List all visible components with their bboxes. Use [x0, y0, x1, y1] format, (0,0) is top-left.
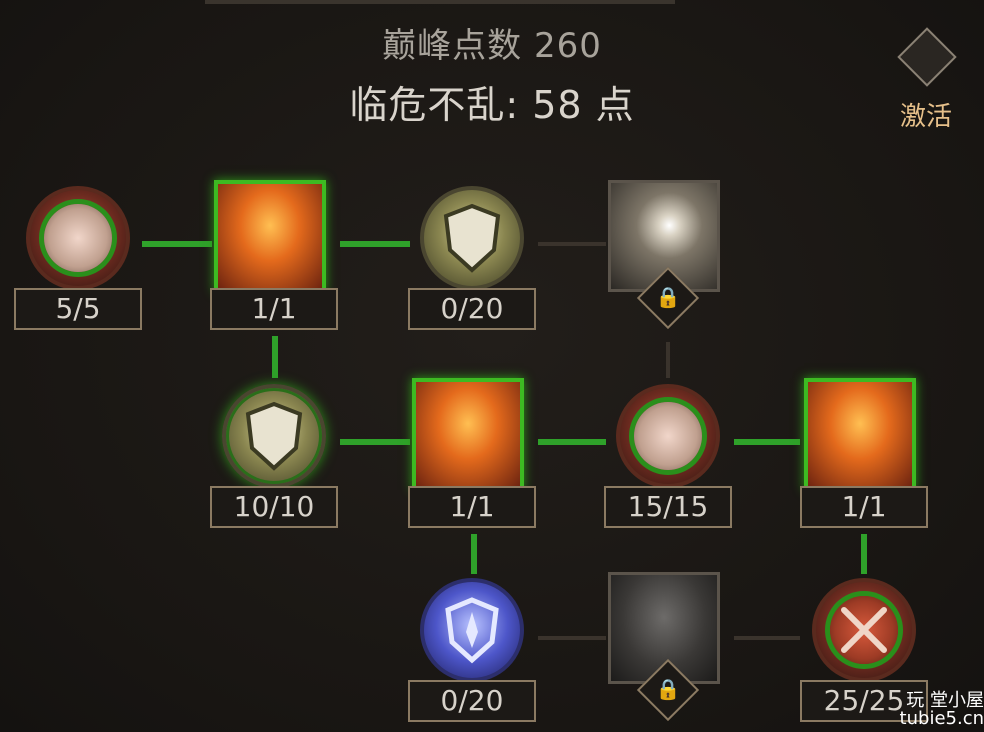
lock-icon: 🔒: [655, 285, 681, 309]
node-r1c4: 🔒: [604, 180, 732, 340]
node-r2c2: 10/10: [210, 378, 338, 538]
watermark: 玩 堂小屋 tubie5.cn: [899, 690, 984, 729]
blue-shield-node-button[interactable]: [412, 572, 532, 692]
lock-icon: 🔒: [655, 677, 681, 701]
node-counter: 1/1: [408, 486, 536, 528]
node-counter: 5/5: [14, 288, 142, 330]
node-r1c3: 0/20: [408, 180, 536, 340]
node-r3c4: 🔒: [604, 572, 732, 732]
node-counter: 0/20: [408, 288, 536, 330]
node-r2c4: 15/15: [604, 378, 732, 538]
heart-icon: [616, 384, 720, 488]
heart-icon: [26, 186, 130, 290]
paragon-board: 巅峰点数 260 临危不乱: 58 点 激活 5/5 1/1 0/20 🔒 10…: [0, 0, 984, 732]
node-counter: 15/15: [604, 486, 732, 528]
node-r3c3: 0/20: [408, 572, 536, 732]
shield-icon: [420, 186, 524, 290]
node-r1c1: 5/5: [14, 180, 142, 340]
node-r2c3: 1/1: [408, 378, 536, 538]
node-r2c5: 1/1: [800, 378, 928, 538]
node-counter: 1/1: [800, 486, 928, 528]
heart-node-button[interactable]: [18, 180, 138, 300]
shield-node-button[interactable]: [214, 378, 334, 498]
heart-node-button[interactable]: [608, 378, 728, 498]
node-counter: 1/1: [210, 288, 338, 330]
node-r1c2: 1/1: [210, 180, 338, 340]
node-counter: 10/10: [210, 486, 338, 528]
node-counter: 0/20: [408, 680, 536, 722]
bald-head-icon[interactable]: [804, 378, 916, 490]
fire-warrior-icon[interactable]: [214, 180, 326, 292]
shield-node-button[interactable]: [412, 180, 532, 300]
crossed-swords-node-button[interactable]: [804, 572, 924, 692]
running-warrior-icon[interactable]: [412, 378, 524, 490]
shield-icon: [222, 384, 326, 488]
crossed-swords-icon: [812, 578, 916, 682]
blue-shield-icon: [420, 578, 524, 682]
